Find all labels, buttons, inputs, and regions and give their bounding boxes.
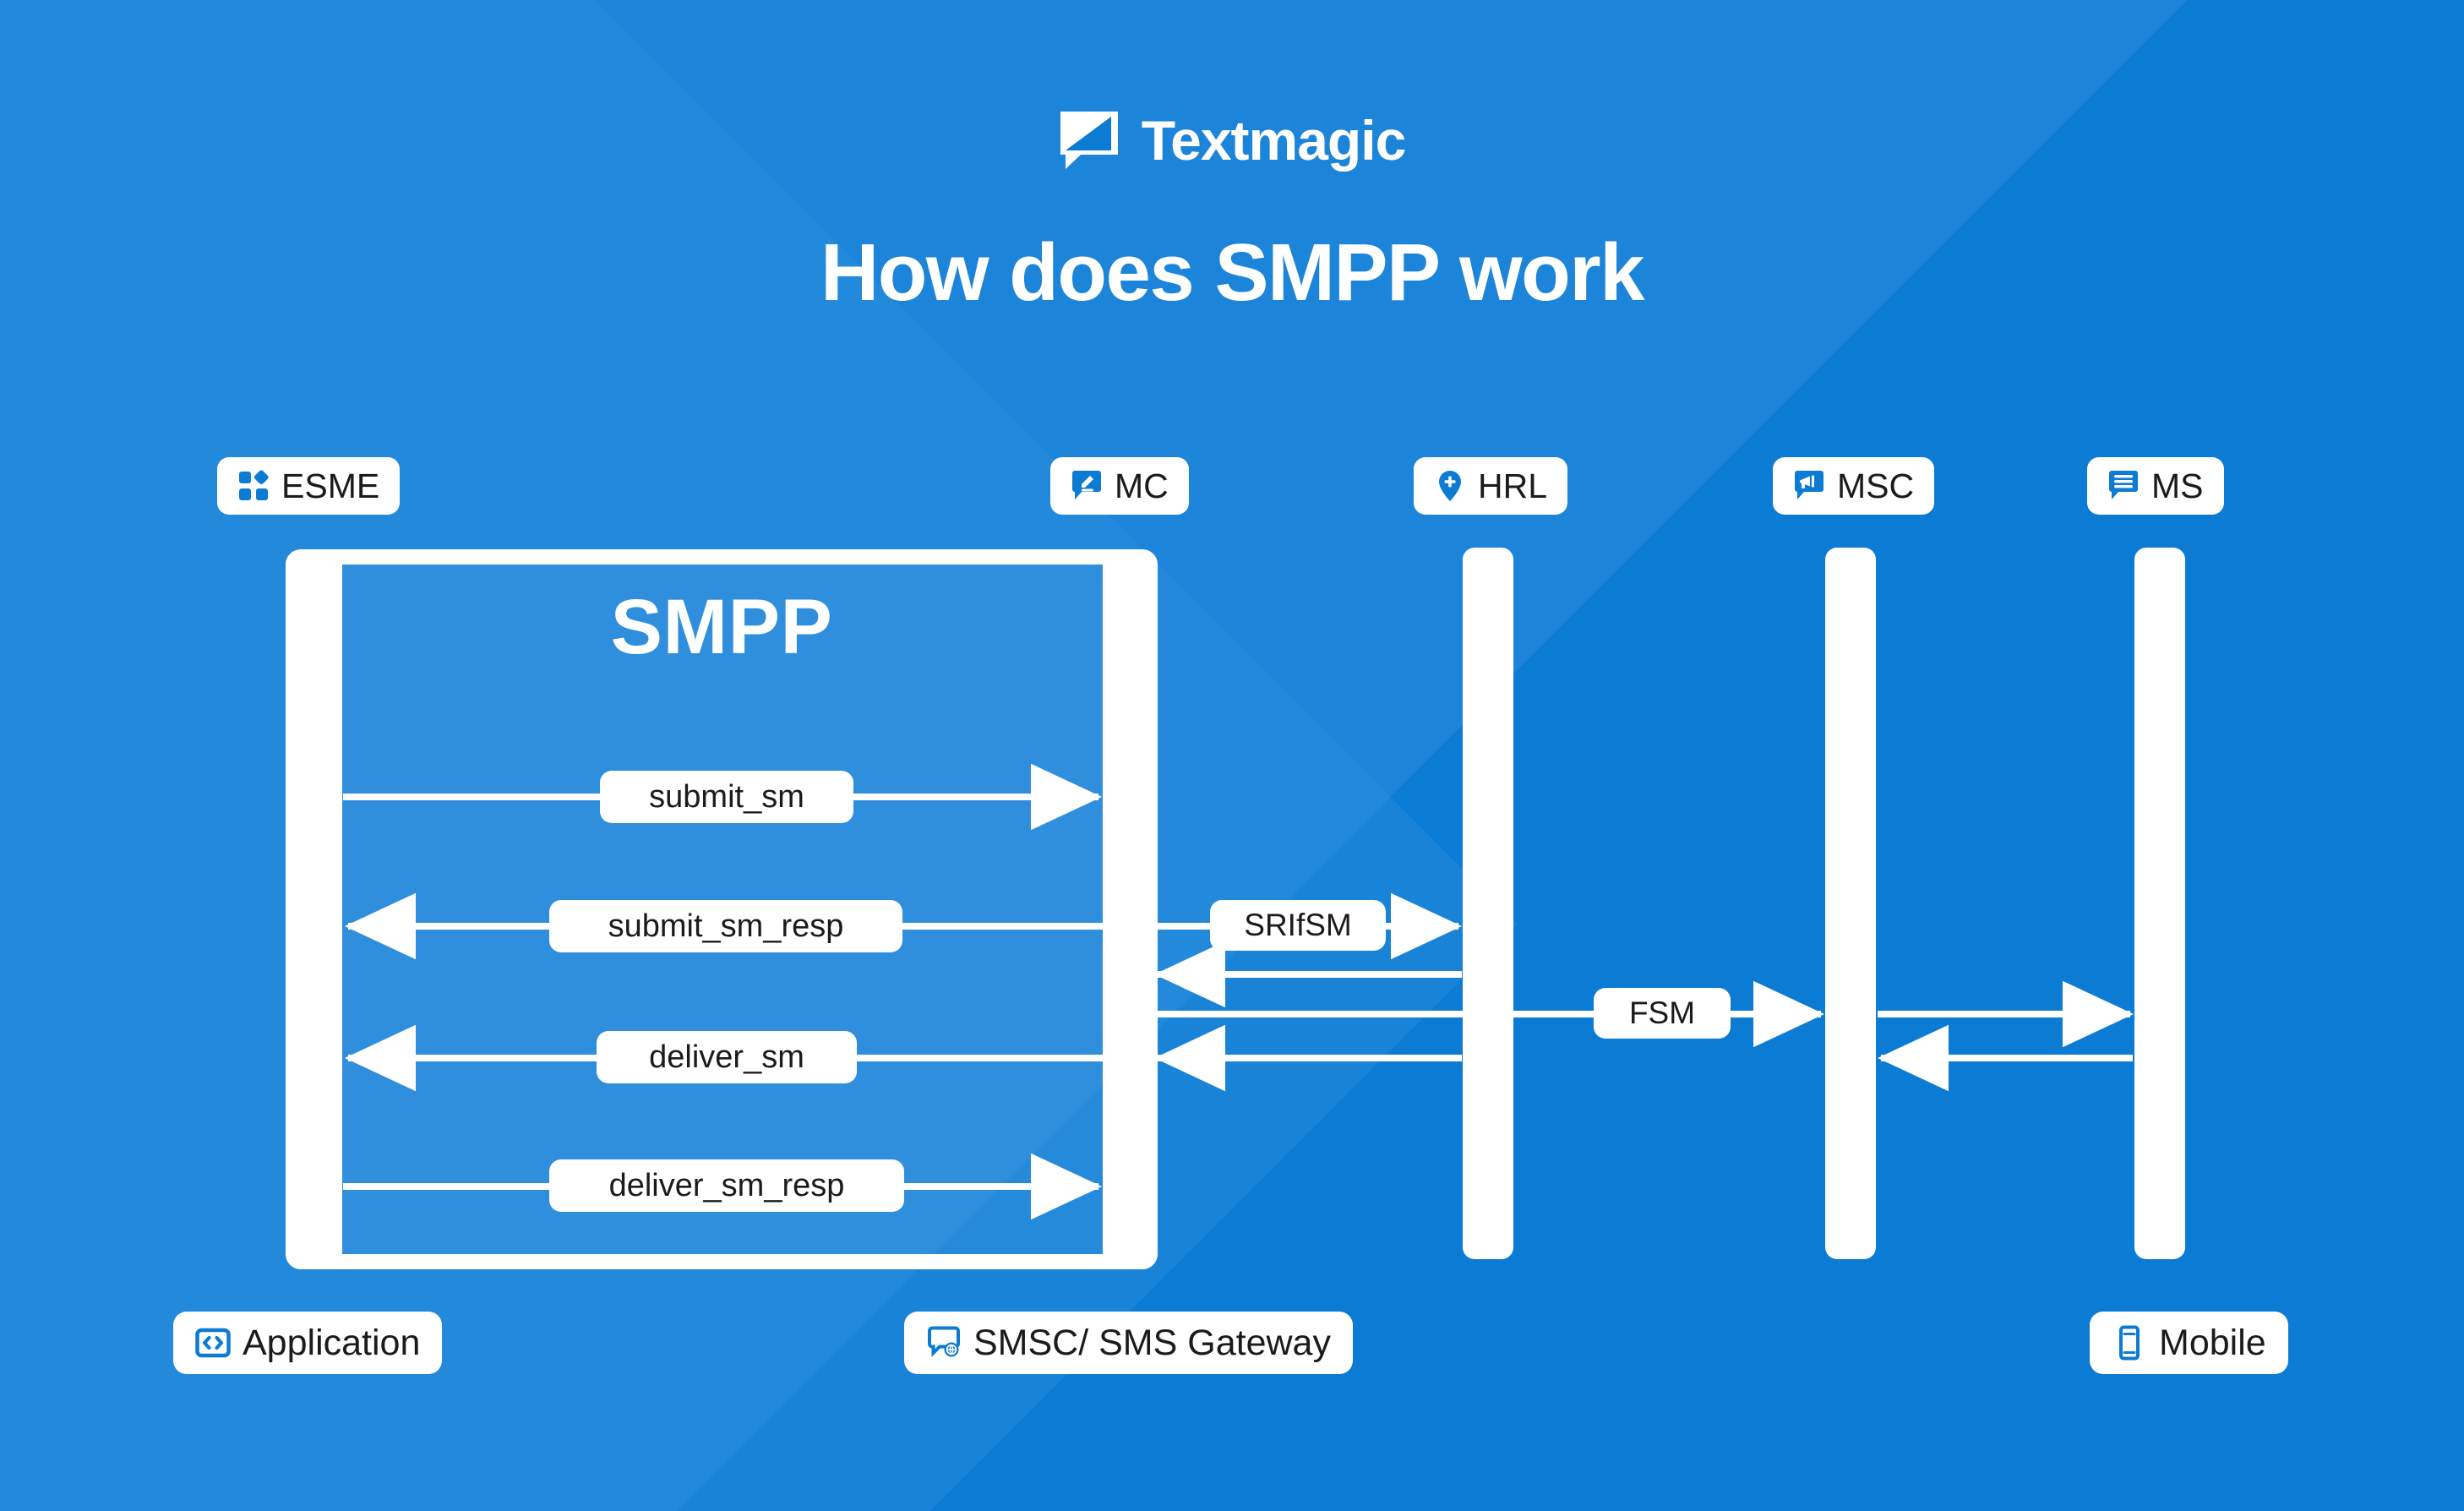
footer-label-smsc: SMSC/ SMS Gateway — [973, 1322, 1331, 1363]
node-header-msc[interactable]: MSC — [1773, 457, 1935, 515]
message-label-fsm: FSM — [1594, 988, 1731, 1039]
footer-label-mobile: Mobile — [2159, 1322, 2266, 1363]
message-label-srifsm: SRIfSM — [1210, 900, 1386, 951]
message-label-submit-sm-resp: submit_sm_resp — [549, 900, 902, 952]
lifeline-msc — [1825, 548, 1876, 1259]
code-brackets-icon — [195, 1325, 231, 1361]
node-header-mc[interactable]: MC — [1050, 457, 1189, 515]
chat-megaphone-icon — [1793, 470, 1825, 502]
node-label-esme: ESME — [281, 466, 380, 505]
node-header-ms[interactable]: MS — [2087, 457, 2224, 515]
message-label-deliver-sm: deliver_sm — [597, 1031, 857, 1083]
smpp-scope-label: SMPP — [610, 584, 833, 670]
grid-squares-icon — [237, 470, 270, 502]
chat-lines-icon — [2107, 470, 2140, 502]
node-label-hrl: HRL — [1478, 466, 1548, 505]
message-label-submit-sm: submit_sm — [600, 771, 853, 823]
chat-edit-icon — [1071, 470, 1103, 502]
chat-globe-icon — [926, 1325, 962, 1361]
node-header-hrl[interactable]: HRL — [1414, 457, 1568, 515]
lifeline-ms — [2134, 548, 2185, 1259]
node-label-msc: MSC — [1837, 466, 1915, 505]
lifeline-esme — [292, 554, 342, 1265]
footer-chip-mobile[interactable]: Mobile — [2090, 1312, 2288, 1374]
message-label-deliver-sm-resp: deliver_sm_resp — [549, 1159, 904, 1212]
sequence-diagram: SMPP submit_sm submit_sm_resp SRIfSM FSM… — [0, 0, 2464, 1511]
location-pin-plus-icon — [1434, 470, 1466, 502]
mobile-phone-icon — [2112, 1325, 2147, 1361]
lifeline-mc — [1103, 554, 1153, 1265]
page: Textmagic How does SMPP work SMPP submit… — [0, 0, 2464, 1511]
node-header-esme[interactable]: ESME — [217, 457, 401, 515]
footer-chip-application[interactable]: Application — [173, 1312, 443, 1374]
node-label-mc: MC — [1115, 466, 1169, 505]
footer-chip-smsc[interactable]: SMSC/ SMS Gateway — [904, 1312, 1353, 1374]
lifeline-hrl — [1463, 548, 1513, 1259]
node-label-ms: MS — [2151, 466, 2204, 505]
footer-label-application: Application — [243, 1322, 421, 1363]
